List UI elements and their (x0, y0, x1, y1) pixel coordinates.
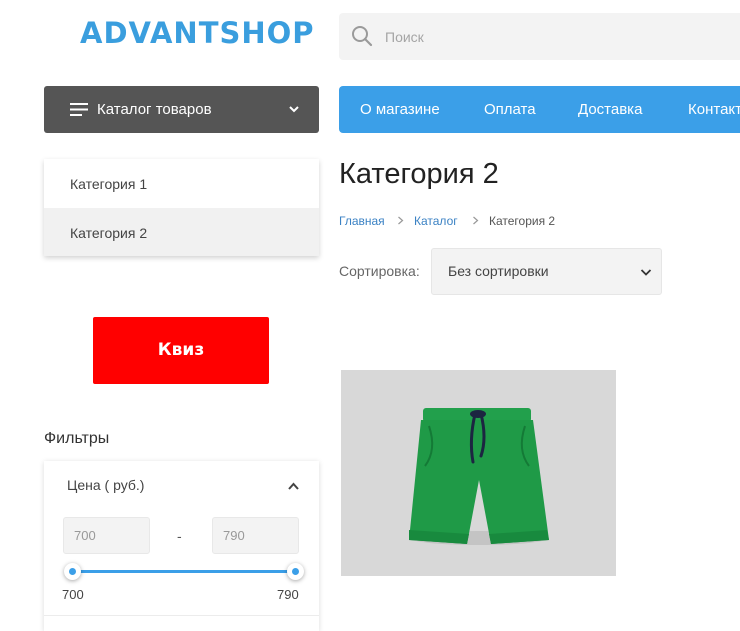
chevron-right-icon (398, 216, 404, 225)
price-range-min-handle[interactable] (64, 563, 81, 580)
search-input[interactable] (385, 14, 725, 59)
chevron-down-icon (289, 106, 299, 113)
search-icon[interactable] (351, 25, 373, 47)
chevron-right-icon (473, 216, 479, 225)
catalog-menu-label: Каталог товаров (97, 101, 212, 118)
category-item-1[interactable]: Категория 1 (44, 159, 319, 207)
filters-title: Фильтры (44, 430, 110, 447)
menu-icon (70, 103, 88, 116)
sort-label: Сортировка: (339, 263, 420, 279)
catalog-menu-button[interactable]: Каталог товаров (44, 86, 319, 133)
price-range-min-label: 700 (62, 587, 84, 602)
nav-item-payment[interactable]: Оплата (484, 101, 536, 118)
breadcrumb-home[interactable]: Главная (339, 214, 385, 228)
nav-item-about[interactable]: О магазине (360, 101, 440, 118)
chevron-up-icon[interactable] (287, 481, 300, 491)
page-title: Категория 2 (339, 158, 499, 190)
price-max-input[interactable]: 790 (212, 517, 299, 554)
divider (44, 615, 319, 616)
sort-select[interactable]: Без сортировки (431, 248, 662, 295)
shorts-image (409, 408, 549, 545)
category-item-2[interactable]: Категория 2 (44, 208, 319, 256)
top-nav: О магазине Оплата Доставка Контакты (339, 86, 740, 133)
product-card-image[interactable] (341, 370, 616, 576)
nav-item-contacts[interactable]: Контакты (688, 101, 740, 118)
price-range-track (73, 570, 298, 573)
price-range-max-handle[interactable] (287, 563, 304, 580)
chevron-down-icon (640, 269, 652, 276)
breadcrumb-catalog[interactable]: Каталог (414, 214, 458, 228)
sort-selected-value: Без сортировки (448, 263, 549, 279)
category-list: Категория 1 Категория 2 (44, 159, 319, 256)
price-min-input[interactable]: 700 (63, 517, 150, 554)
quiz-button[interactable]: Квиз (93, 317, 269, 384)
logo[interactable]: ADVANTSHOP (80, 16, 315, 50)
nav-item-delivery[interactable]: Доставка (578, 101, 642, 118)
category-label: Категория 2 (70, 225, 148, 241)
price-separator: - (177, 528, 182, 544)
price-filter-title[interactable]: Цена ( руб.) (67, 477, 144, 493)
category-label: Категория 1 (70, 176, 148, 192)
breadcrumb-current: Категория 2 (489, 214, 556, 228)
price-range-max-label: 790 (277, 587, 299, 602)
